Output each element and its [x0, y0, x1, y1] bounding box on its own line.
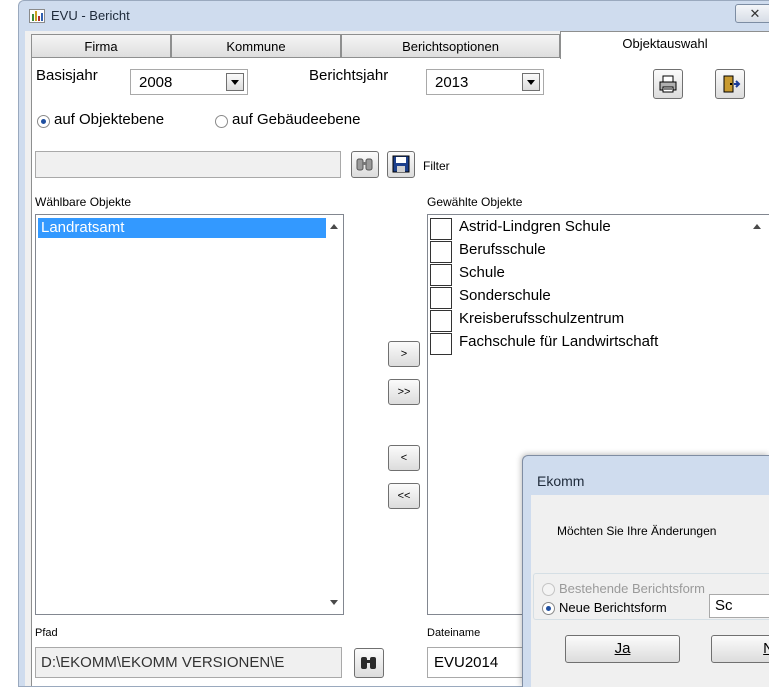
dateiname-label: Dateiname [427, 627, 481, 639]
binoculars-icon [361, 657, 376, 669]
chevron-down-icon[interactable] [226, 73, 244, 91]
radio-neue-berichtsform[interactable] [542, 602, 555, 615]
pfad-label: Pfad [35, 627, 58, 639]
print-button[interactable] [653, 69, 683, 99]
tab-objektauswahl[interactable]: Objektauswahl [560, 31, 769, 59]
scroll-up-icon[interactable] [330, 224, 338, 229]
basisjahr-select[interactable]: 2008 [130, 69, 248, 95]
pfad-input[interactable]: D:\EKOMM\EKOMM VERSIONEN\E [35, 647, 342, 678]
radio-neue-label: Neue Berichtsform [559, 600, 667, 615]
pfad-browse-button[interactable] [354, 648, 384, 678]
radio-gebaeudeebene[interactable] [215, 115, 228, 128]
radio-objektebene-label: auf Objektebene [54, 111, 165, 128]
window-title: EVU - Bericht [51, 8, 130, 23]
item-checkbox[interactable] [430, 264, 452, 286]
printer-icon [659, 75, 677, 93]
filter-search-button[interactable] [351, 151, 379, 178]
title-bar[interactable]: EVU - Bericht ✕ [19, 1, 769, 31]
berichtsjahr-label: Berichtsjahr [309, 67, 389, 84]
binoculars-icon [356, 158, 373, 171]
dialog-question: Möchten Sie Ihre Änderungen [557, 524, 717, 538]
scroll-up-icon[interactable] [753, 224, 761, 229]
list-item-label: Sonderschule [459, 287, 551, 304]
floppy-disk-icon [392, 155, 410, 173]
no-button-label: N [763, 640, 769, 657]
dialog-client: Möchten Sie Ihre Änderungen Bestehende B… [531, 495, 769, 687]
scroll-down-icon[interactable] [330, 600, 338, 605]
radio-bestehende-label: Bestehende Berichtsform [559, 581, 705, 596]
add-all-button[interactable]: >> [388, 379, 420, 405]
waehlbare-objekte-label: Wählbare Objekte [35, 195, 132, 209]
basisjahr-value: 2008 [139, 74, 173, 91]
item-checkbox[interactable] [430, 310, 452, 332]
item-checkbox[interactable] [430, 218, 452, 240]
yes-button[interactable]: Ja [565, 635, 680, 663]
list-item-label: Fachschule für Landwirtschaft [459, 333, 659, 350]
chevron-down-icon[interactable] [522, 73, 540, 91]
exit-door-icon [723, 75, 741, 93]
list-item[interactable]: Landratsamt [38, 218, 327, 238]
exit-button[interactable] [715, 69, 745, 99]
chart-icon [29, 9, 45, 23]
dateiname-value: EVU2014 [434, 654, 499, 671]
scrollbar[interactable] [326, 215, 343, 614]
filter-save-button[interactable] [387, 151, 415, 178]
list-item-label: Berufsschule [459, 241, 546, 258]
tab-berichtsoptionen[interactable]: Berichtsoptionen [341, 34, 560, 57]
berichtsjahr-value: 2013 [435, 74, 469, 91]
radio-gebaeudeebene-label: auf Gebäudeebene [232, 111, 361, 128]
berichtsform-name-value: Sc [715, 597, 733, 614]
item-checkbox[interactable] [430, 333, 452, 355]
radio-bestehende-berichtsform[interactable] [542, 583, 555, 596]
dialog-title: Ekomm [537, 473, 585, 489]
close-button[interactable]: ✕ [735, 4, 769, 23]
radio-objektebene[interactable] [37, 115, 50, 128]
item-checkbox[interactable] [430, 287, 452, 309]
add-button[interactable]: > [388, 341, 420, 367]
list-item-label: Schule [459, 264, 505, 281]
dateiname-input[interactable]: EVU2014 [427, 647, 527, 678]
filter-label: Filter [423, 159, 450, 173]
tab-firma[interactable]: Firma [31, 34, 171, 57]
ekomm-dialog: Ekomm Möchten Sie Ihre Änderungen Besteh… [522, 455, 769, 687]
no-button[interactable]: N [711, 635, 769, 663]
remove-all-button[interactable]: << [388, 483, 420, 509]
list-item-label: Kreisberufsschulzentrum [459, 310, 625, 327]
berichtsform-name-input[interactable]: Sc [709, 594, 769, 618]
berichtsform-group: Bestehende Berichtsform Neue Berichtsfor… [533, 573, 769, 620]
gewaehlte-objekte-label: Gewählte Objekte [427, 195, 523, 209]
tab-strip: Firma Kommune Berichtsoptionen Objektaus… [31, 31, 769, 59]
item-checkbox[interactable] [430, 241, 452, 263]
remove-button[interactable]: < [388, 445, 420, 471]
list-item-label: Astrid-Lindgren Schule [459, 218, 611, 235]
basisjahr-label: Basisjahr [36, 67, 98, 84]
filter-input[interactable] [35, 151, 341, 178]
pfad-value: D:\EKOMM\EKOMM VERSIONEN\E [41, 654, 285, 671]
berichtsjahr-select[interactable]: 2013 [426, 69, 544, 95]
yes-button-label: Ja [614, 640, 631, 657]
tab-kommune[interactable]: Kommune [171, 34, 341, 57]
waehlbare-objekte-list[interactable]: Landratsamt [35, 214, 344, 615]
